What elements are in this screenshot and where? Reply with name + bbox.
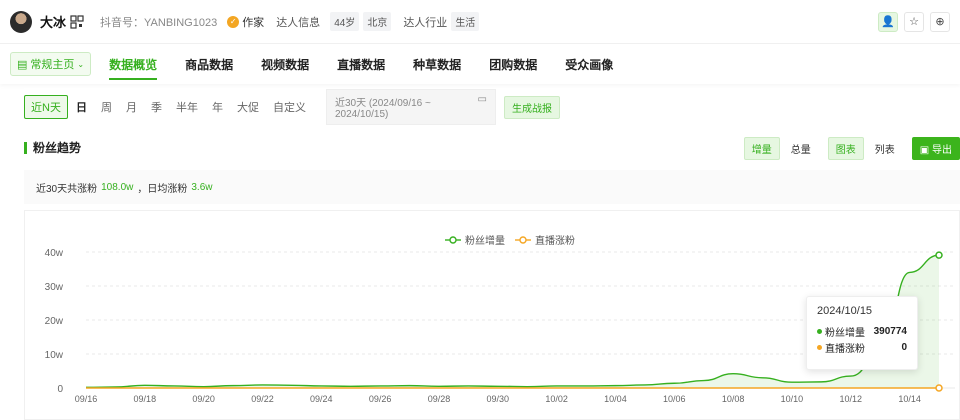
view-toggles: 增量 总量 图表 列表 ▣ 导出 — [743, 136, 960, 160]
star-icon[interactable]: ☆ — [904, 11, 924, 32]
app: 大冰 抖音号：YANBING1023 ✓ 作家 达人信息 44岁 北京 达人行业… — [0, 0, 960, 420]
tab-live[interactable]: 直播数据 — [337, 44, 385, 84]
creator-role: 作家 — [242, 16, 265, 29]
tab-group-buying[interactable]: 团购数据 — [489, 44, 537, 84]
verified-icon: ✓ — [227, 15, 240, 28]
tooltip-label: 直播涨粉 — [825, 343, 865, 355]
main-tabs: ▤ 常规主页 ⌄ 数据概览 商品数据 视频数据 直播数据 种草数据 团购数据 受… — [0, 44, 960, 84]
legend-marker — [519, 236, 527, 244]
x-tick-label: 09/20 — [192, 394, 215, 404]
period-year[interactable]: 年 — [206, 96, 229, 118]
x-tick-label: 09/26 — [369, 394, 392, 404]
toggle-total[interactable]: 总量 — [784, 138, 818, 159]
period-month[interactable]: 月 — [120, 96, 143, 118]
date-range-text: 近30天 (2024/09/16 ~ 2024/10/15) — [334, 98, 431, 120]
tooltip-value: 390774 — [873, 325, 907, 337]
x-tick-label: 10/08 — [722, 394, 745, 404]
x-tick-label: 10/14 — [898, 394, 921, 404]
data-point-fans — [935, 251, 943, 259]
calendar-icon: ▭ — [477, 94, 487, 105]
export-label: 导出 — [932, 144, 952, 156]
tab-products[interactable]: 商品数据 — [185, 44, 233, 84]
export-icon: ▣ — [919, 144, 930, 156]
info-label: 达人信息 — [276, 16, 321, 29]
x-tick-label: 09/22 — [251, 394, 274, 404]
home-select-label: 常规主页 — [30, 59, 75, 71]
x-tick-label: 10/04 — [604, 394, 627, 404]
industry-label: 达人行业 — [403, 16, 448, 29]
generate-report-button[interactable]: 生成战报 — [503, 95, 560, 119]
tab-overview[interactable]: 数据概览 — [109, 44, 158, 84]
creator-name: 大冰 — [40, 15, 67, 30]
y-tick-label: 40w — [45, 248, 64, 259]
avatar — [10, 10, 32, 33]
period-filter: 近N天 日 周 月 季 半年 年 大促 自定义 近30天 (2024/09/16… — [24, 89, 960, 125]
x-tick-label: 10/02 — [545, 394, 568, 404]
city-tag: 北京 — [363, 12, 392, 31]
add-circle-icon[interactable]: ⊕ — [930, 11, 950, 32]
x-tick-label: 09/16 — [75, 394, 98, 404]
summary-total: 108.0w — [101, 181, 134, 193]
chart-tooltip: 2024/10/15 粉丝增量 390774 直播涨粉 0 — [806, 296, 918, 370]
period-n-days[interactable]: 近N天 — [24, 95, 68, 119]
x-tick-label: 09/28 — [428, 394, 451, 404]
data-point-live — [935, 384, 943, 392]
home-select[interactable]: ▤ 常规主页 ⌄ — [10, 52, 92, 76]
follow-user-icon[interactable]: 👤 — [878, 11, 898, 32]
y-tick-label: 20w — [45, 316, 64, 327]
qrcode-icon[interactable] — [70, 14, 84, 29]
profile-header: 大冰 抖音号：YANBING1023 ✓ 作家 达人信息 44岁 北京 达人行业… — [0, 0, 960, 44]
x-tick-label: 10/10 — [781, 394, 804, 404]
tab-audience[interactable]: 受众画像 — [565, 44, 613, 84]
orange-dot-icon — [817, 344, 822, 350]
legend-marker — [449, 236, 457, 244]
x-tick-label: 10/12 — [839, 394, 862, 404]
home-icon: ▤ — [17, 58, 28, 71]
legend-label: 粉丝增量 — [465, 234, 505, 247]
tooltip-row: 粉丝增量 390774 — [817, 323, 907, 339]
summary-prefix: 近30天共涨粉 — [36, 183, 98, 195]
section-title: 粉丝趋势 — [24, 142, 81, 154]
tooltip-value: 0 — [901, 341, 907, 353]
date-range-picker[interactable]: 近30天 (2024/09/16 ~ 2024/10/15) ▭ — [325, 89, 496, 125]
period-week[interactable]: 周 — [95, 96, 118, 118]
period-day[interactable]: 日 — [70, 96, 93, 118]
toggle-increment[interactable]: 增量 — [743, 136, 780, 160]
x-tick-label: 09/30 — [487, 394, 510, 404]
tab-seeding[interactable]: 种草数据 — [413, 44, 461, 84]
export-button[interactable]: ▣ 导出 — [911, 136, 960, 160]
summary-daily: 3.6w — [191, 181, 213, 193]
y-tick-label: 10w — [45, 350, 64, 361]
period-custom[interactable]: 自定义 — [267, 96, 312, 118]
toggle-list[interactable]: 列表 — [868, 138, 902, 159]
age-tag: 44岁 — [330, 12, 360, 31]
industry-tag: 生活 — [451, 12, 480, 31]
overview-panel: 近N天 日 周 月 季 半年 年 大促 自定义 近30天 (2024/09/16… — [24, 88, 960, 420]
legend-label: 直播涨粉 — [535, 234, 575, 247]
period-half-year[interactable]: 半年 — [170, 96, 204, 118]
x-tick-label: 09/24 — [310, 394, 333, 404]
tooltip-date: 2024/10/15 — [817, 305, 873, 317]
summary-mid: ，日均涨粉 — [137, 183, 188, 195]
summary-bar: 近30天共涨粉 108.0w ，日均涨粉 3.6w — [24, 170, 960, 204]
y-tick-label: 0 — [57, 384, 63, 395]
x-tick-label: 09/18 — [134, 394, 157, 404]
tooltip-label: 粉丝增量 — [825, 327, 865, 339]
x-tick-label: 10/06 — [663, 394, 686, 404]
period-promo[interactable]: 大促 — [231, 96, 265, 118]
tab-videos[interactable]: 视频数据 — [261, 44, 309, 84]
green-dot-icon — [817, 328, 822, 334]
chevron-down-icon: ⌄ — [77, 59, 85, 69]
y-tick-label: 30w — [45, 282, 64, 293]
toggle-chart[interactable]: 图表 — [827, 136, 864, 160]
douyin-id: 抖音号：YANBING1023 — [100, 16, 218, 29]
fans-trend-header: 粉丝趋势 增量 总量 图表 列表 ▣ 导出 — [24, 132, 960, 164]
tooltip-row: 直播涨粉 0 — [817, 339, 907, 355]
period-quarter[interactable]: 季 — [145, 96, 168, 118]
header-actions: 👤 ☆ ⊕ — [878, 11, 950, 32]
